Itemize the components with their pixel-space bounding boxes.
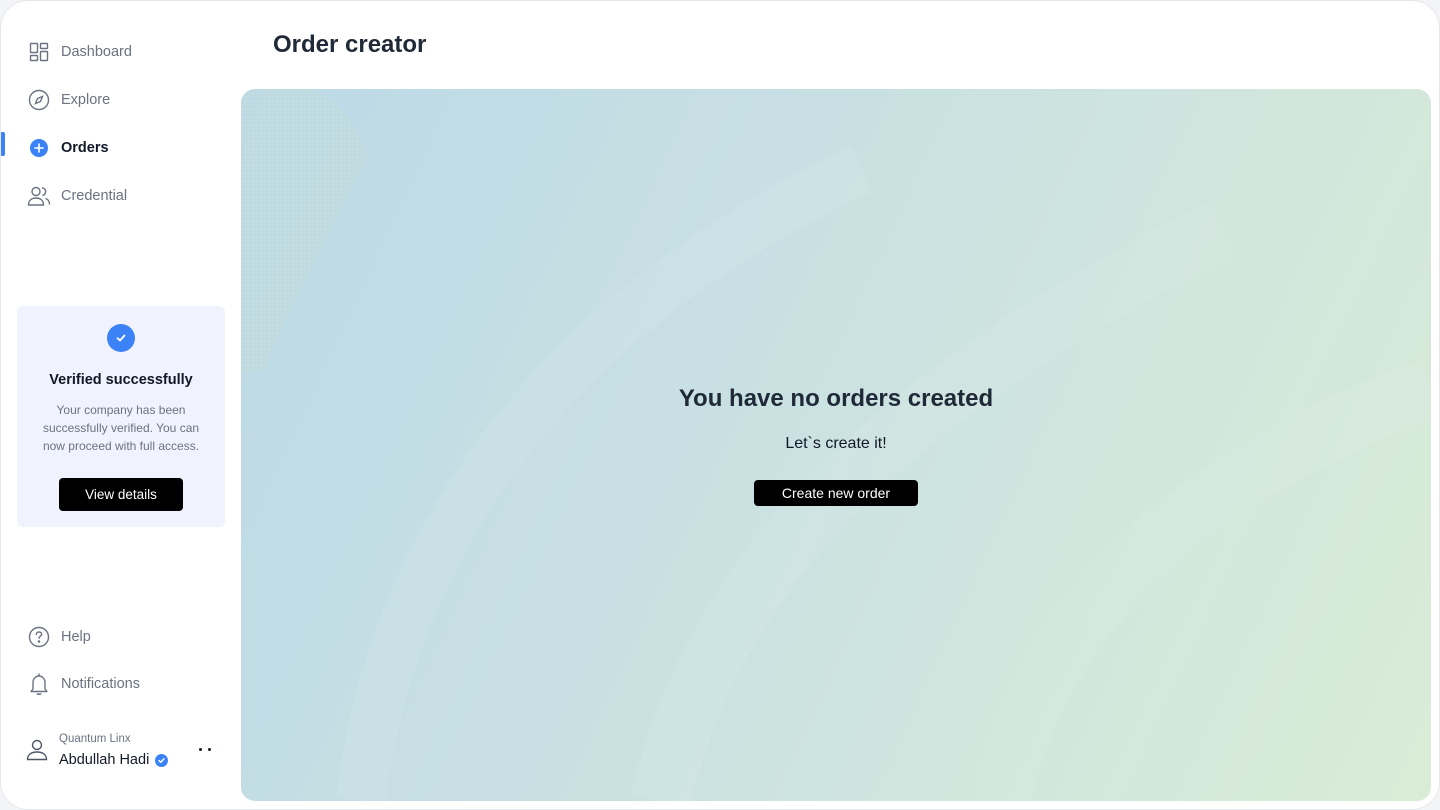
- sidebar-item-label: Notifications: [61, 676, 140, 692]
- dashboard-icon: [27, 40, 51, 64]
- user-name: Abdullah Hadi: [59, 752, 150, 768]
- help-icon: [27, 625, 51, 649]
- orders-panel: You have no orders created Let`s create …: [241, 89, 1431, 801]
- more-options-icon[interactable]: [191, 739, 219, 759]
- compass-icon: [27, 88, 51, 112]
- page-title: Order creator: [273, 31, 427, 58]
- user-avatar-icon: [25, 737, 49, 761]
- sidebar-item-orders[interactable]: Orders: [1, 128, 241, 168]
- plus-circle-icon: [27, 136, 51, 160]
- verified-badge-icon: [155, 753, 169, 767]
- verification-card: Verified successfully Your company has b…: [17, 306, 225, 527]
- verification-title: Verified successfully: [49, 372, 193, 388]
- sidebar-item-label: Orders: [61, 140, 109, 156]
- verification-description: Your company has been successfully verif…: [42, 403, 200, 453]
- sidebar-item-dashboard[interactable]: Dashboard: [1, 32, 241, 72]
- check-icon: [107, 324, 135, 352]
- app-window: Dashboard Explore Orders Credential Veri…: [0, 0, 1440, 810]
- view-details-button[interactable]: View details: [59, 478, 183, 511]
- sidebar-item-help[interactable]: Help: [1, 617, 241, 657]
- empty-state-title: You have no orders created: [678, 385, 994, 412]
- bell-icon: [27, 672, 51, 696]
- users-icon: [27, 184, 51, 208]
- sidebar-item-label: Explore: [61, 92, 111, 108]
- user-profile[interactable]: Quantum Linx Abdullah Hadi: [1, 729, 241, 779]
- user-company: Quantum Linx: [59, 733, 131, 745]
- user-name-row: Abdullah Hadi: [59, 752, 169, 768]
- sidebar-item-label: Dashboard: [61, 44, 132, 60]
- sidebar-item-notifications[interactable]: Notifications: [1, 664, 241, 704]
- sidebar-item-credential[interactable]: Credential: [1, 176, 241, 216]
- empty-state-subtitle: Let`s create it!: [785, 435, 887, 452]
- sidebar-item-label: Help: [61, 629, 91, 645]
- sidebar-item-label: Credential: [61, 188, 128, 204]
- sidebar: Dashboard Explore Orders Credential Veri…: [1, 1, 241, 809]
- create-new-order-button[interactable]: Create new order: [754, 480, 918, 506]
- sidebar-item-explore[interactable]: Explore: [1, 80, 241, 120]
